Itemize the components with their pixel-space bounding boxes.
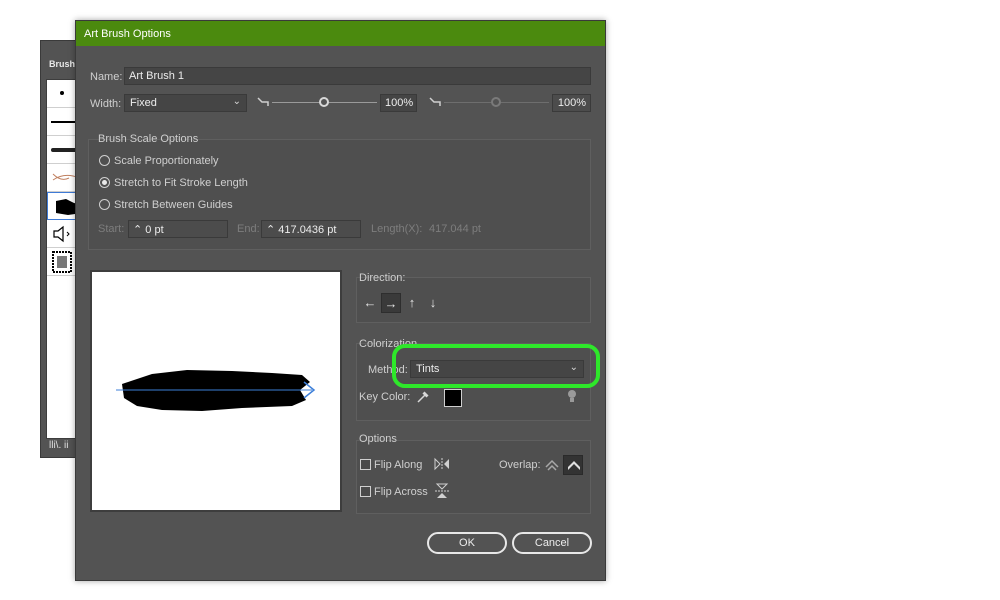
flip-along-checkbox[interactable] xyxy=(360,459,371,470)
eyedropper-icon[interactable] xyxy=(415,389,429,405)
stage: Brushe lli\. ii Art Brush Options Name: … xyxy=(0,0,1000,600)
overlap-no-adjust-icon xyxy=(568,461,580,470)
direction-left-button[interactable]: ← xyxy=(360,293,380,313)
ok-button[interactable]: OK xyxy=(427,532,507,554)
name-input[interactable]: Art Brush 1 xyxy=(124,67,591,85)
options-title: Options xyxy=(359,433,397,445)
brush-preview-art xyxy=(116,370,316,411)
end-value: 417.0436 pt xyxy=(278,224,337,236)
start-input: ⌃ 0 pt xyxy=(128,220,228,238)
dialog-titlebar[interactable]: Art Brush Options xyxy=(76,21,605,46)
stretch-between-guides-label[interactable]: Stretch Between Guides xyxy=(114,199,233,211)
direction-down-button[interactable]: ↓ xyxy=(423,293,443,313)
flip-along-label[interactable]: Flip Along xyxy=(374,459,422,471)
brush-preview xyxy=(90,270,342,512)
overlap-adjust-icon xyxy=(545,459,559,471)
width-select[interactable]: Fixed ⌄ xyxy=(124,94,247,112)
chevron-down-icon: ⌄ xyxy=(232,96,241,107)
name-label: Name: xyxy=(90,71,123,83)
flip-across-checkbox[interactable] xyxy=(360,486,371,497)
brush-scale-options-title: Brush Scale Options xyxy=(98,133,199,145)
end-input: ⌃ 417.0436 pt xyxy=(261,220,361,238)
brush-library-menu[interactable]: lli\. ii xyxy=(49,440,68,451)
stretch-to-fit-radio[interactable] xyxy=(99,177,110,188)
cancel-button[interactable]: Cancel xyxy=(512,532,592,554)
key-color-swatch[interactable] xyxy=(444,389,462,407)
width-minimum-icon xyxy=(257,97,269,106)
start-label: Start: xyxy=(98,223,125,235)
flip-across-icon xyxy=(435,483,449,498)
overlap-no-adjust-button[interactable] xyxy=(563,455,583,475)
direction-up-button[interactable]: ↑ xyxy=(402,293,422,313)
width-max-slider-knob xyxy=(491,97,501,107)
stretch-to-fit-label[interactable]: Stretch to Fit Stroke Length xyxy=(114,177,248,189)
length-value: 417.044 pt xyxy=(429,223,481,235)
end-stepper-icon: ⌃ xyxy=(266,224,279,236)
art-brush-options-dialog: Art Brush Options Name: Art Brush 1 Widt… xyxy=(75,20,606,581)
width-slider-knob[interactable] xyxy=(319,97,329,107)
method-highlight-annotation xyxy=(392,344,600,388)
width-percent-input[interactable]: 100% xyxy=(380,94,417,112)
width-max-percent-input: 100% xyxy=(552,94,591,112)
scale-proportionately-label[interactable]: Scale Proportionately xyxy=(114,155,219,167)
width-select-value: Fixed xyxy=(130,97,157,109)
lightbulb-icon[interactable] xyxy=(566,389,578,405)
options-group xyxy=(356,440,591,514)
start-stepper-icon: ⌃ xyxy=(133,224,146,236)
dialog-title: Art Brush Options xyxy=(84,28,171,40)
flip-along-icon xyxy=(434,457,449,471)
width-maximum-icon xyxy=(429,97,441,106)
flip-across-label[interactable]: Flip Across xyxy=(374,486,428,498)
overlap-adjust-button[interactable] xyxy=(542,455,562,475)
direction-title: Direction: xyxy=(359,272,406,284)
overlap-label: Overlap: xyxy=(499,459,541,471)
key-color-label: Key Color: xyxy=(359,391,411,403)
direction-right-button[interactable]: → xyxy=(381,293,401,313)
end-label: End: xyxy=(237,223,260,235)
width-label: Width: xyxy=(90,98,122,110)
scale-proportionately-radio[interactable] xyxy=(99,155,110,166)
stretch-between-guides-radio[interactable] xyxy=(99,199,110,210)
length-label: Length(X): xyxy=(371,223,423,235)
start-value: 0 pt xyxy=(145,224,164,236)
